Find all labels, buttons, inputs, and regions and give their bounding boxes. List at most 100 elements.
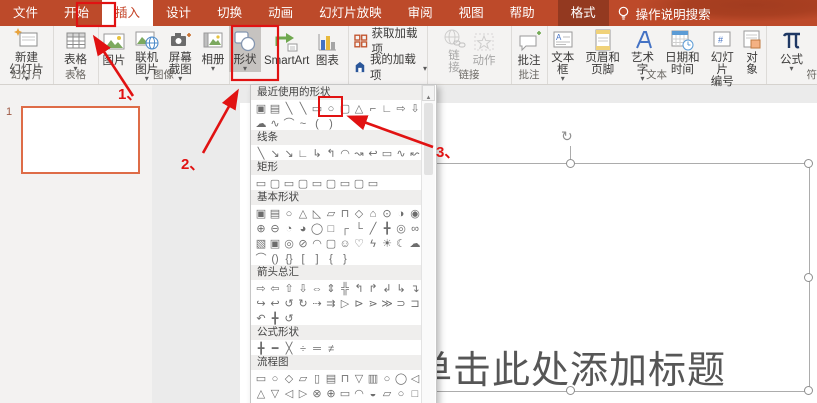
shape-icon[interactable]: ⊗ bbox=[310, 387, 324, 402]
shape-icon[interactable]: ↻ bbox=[296, 297, 310, 312]
shape-icon[interactable]: ▷ bbox=[338, 297, 352, 312]
shape-icon[interactable]: ♡ bbox=[352, 237, 366, 252]
shape-icon[interactable]: ≫ bbox=[380, 297, 394, 312]
shape-icon[interactable]: ⊃ bbox=[394, 297, 408, 312]
date-time-button[interactable]: 日期和时间 bbox=[658, 26, 706, 72]
equation-button[interactable]: 公式 bbox=[777, 26, 807, 72]
photo-album-button[interactable]: 相册 bbox=[197, 26, 229, 72]
shape-icon[interactable]: ∿ bbox=[394, 147, 408, 162]
shape-icon[interactable]: ☁ bbox=[408, 237, 421, 252]
scroll-up-icon[interactable] bbox=[422, 85, 435, 101]
resize-handle-top[interactable] bbox=[566, 159, 575, 168]
resize-handle-right[interactable] bbox=[804, 273, 813, 282]
shape-icon[interactable]: } bbox=[338, 252, 352, 267]
shape-icon[interactable]: ~ bbox=[296, 117, 310, 132]
shape-icon[interactable]: ═ bbox=[310, 342, 324, 357]
shape-icon[interactable]: ÷ bbox=[296, 342, 310, 357]
shape-icon[interactable]: ⌐ bbox=[366, 102, 380, 117]
chart-button[interactable]: 图表 bbox=[312, 26, 342, 72]
shape-icon[interactable]: □ bbox=[408, 387, 421, 402]
shape-icon[interactable]: ↰ bbox=[324, 147, 338, 162]
shape-icon[interactable]: ⊐ bbox=[408, 297, 421, 312]
shape-icon[interactable]: ▢ bbox=[352, 177, 366, 192]
group-label-slides: 幻灯片 bbox=[0, 67, 53, 82]
online-pictures-button[interactable]: 联机图片 bbox=[130, 26, 164, 72]
shape-icon[interactable]: ▭ bbox=[310, 177, 324, 192]
shape-icon[interactable]: ◒ bbox=[366, 387, 380, 402]
shape-icon[interactable]: ⇢ bbox=[310, 297, 324, 312]
shape-icon[interactable]: ⇉ bbox=[324, 297, 338, 312]
tab-9[interactable]: 帮助 bbox=[497, 0, 548, 26]
header-footer-button[interactable]: 页眉和页脚 bbox=[578, 26, 626, 72]
shape-icon[interactable]: ∟ bbox=[380, 102, 394, 117]
shape-icon[interactable]: ▷ bbox=[296, 387, 310, 402]
resize-handle-bottom-right[interactable] bbox=[804, 386, 813, 395]
tab-7[interactable]: 审阅 bbox=[395, 0, 446, 26]
rotate-handle-icon[interactable]: ↻ bbox=[561, 128, 573, 145]
shape-icon[interactable]: ↜ bbox=[408, 147, 421, 162]
shape-icon[interactable]: △ bbox=[352, 102, 366, 117]
shape-icon[interactable]: △ bbox=[254, 387, 268, 402]
tab-0[interactable]: 文件 bbox=[0, 0, 51, 26]
shape-icon[interactable]: ↘ bbox=[282, 147, 296, 162]
shape-icon[interactable]: ◠ bbox=[352, 387, 366, 402]
tab-6[interactable]: 幻灯片放映 bbox=[306, 0, 395, 26]
shape-icon[interactable]: ▱ bbox=[380, 387, 394, 402]
table-button[interactable]: 表格 bbox=[61, 26, 91, 72]
tell-me-search[interactable]: 操作说明搜索 bbox=[609, 0, 719, 26]
tab-2[interactable]: 插入 bbox=[102, 0, 153, 26]
tab-4[interactable]: 切换 bbox=[204, 0, 255, 26]
my-addins-button[interactable]: 我的加载项 bbox=[354, 57, 427, 77]
tab-3[interactable]: 设计 bbox=[153, 0, 204, 26]
picture-button[interactable]: 图片 bbox=[98, 26, 130, 72]
shape-icon[interactable]: ☀ bbox=[380, 237, 394, 252]
shape-icon[interactable]: ◠ bbox=[338, 147, 352, 162]
shape-icon[interactable]: ▭ bbox=[380, 147, 394, 162]
shape-icon[interactable]: ▭ bbox=[338, 177, 352, 192]
smartart-button[interactable]: SmartArt bbox=[261, 26, 312, 72]
shape-icon[interactable]: ⌒ bbox=[282, 117, 296, 132]
shape-icon[interactable]: ▢ bbox=[324, 177, 338, 192]
shape-icon[interactable]: ⋗ bbox=[366, 297, 380, 312]
shape-icon[interactable]: ↩ bbox=[366, 147, 380, 162]
shape-icon[interactable]: ↳ bbox=[310, 147, 324, 162]
shape-icon[interactable]: ▽ bbox=[268, 387, 282, 402]
shape-icon[interactable]: ⇨ bbox=[394, 102, 408, 117]
shape-icon[interactable]: ] bbox=[310, 252, 324, 267]
shape-icon[interactable]: ○ bbox=[394, 387, 408, 402]
shape-icon[interactable]: ϟ bbox=[366, 237, 380, 252]
shape-icon[interactable]: { bbox=[324, 252, 338, 267]
group-text: A 文本框 页眉和页脚 艺术字 bbox=[547, 26, 767, 84]
shape-icon[interactable]: ⇩ bbox=[408, 102, 421, 117]
comment-button[interactable]: 批注 bbox=[513, 26, 545, 72]
resize-handle-top-right[interactable] bbox=[804, 159, 813, 168]
shape-icon[interactable]: ⊕ bbox=[324, 387, 338, 402]
shape-icon[interactable]: ▭ bbox=[366, 177, 380, 192]
get-addins-button[interactable]: 获取加载项 bbox=[354, 31, 427, 51]
scrollbar-thumb[interactable] bbox=[424, 103, 433, 175]
wordart-button[interactable]: 艺术字 bbox=[627, 26, 658, 72]
new-slide-button[interactable]: 新建 幻灯片 bbox=[6, 26, 47, 72]
tab-10[interactable]: 格式 bbox=[558, 0, 609, 26]
slide-thumbnail[interactable] bbox=[21, 106, 140, 174]
tab-5[interactable]: 动画 bbox=[255, 0, 306, 26]
shape-icon[interactable]: ( bbox=[310, 117, 324, 132]
shape-icon[interactable]: ▭ bbox=[338, 387, 352, 402]
shape-icon[interactable]: ☾ bbox=[394, 237, 408, 252]
shape-icon[interactable]: ▢ bbox=[338, 102, 352, 117]
shape-icon[interactable]: ≠ bbox=[324, 342, 338, 357]
shapes-button[interactable]: 形状 bbox=[229, 26, 261, 72]
object-button[interactable]: 对象 bbox=[738, 26, 766, 72]
slide-number-button[interactable]: # 幻灯片 编号 bbox=[707, 26, 738, 72]
shape-icon[interactable]: ◁ bbox=[282, 387, 296, 402]
shape-icon[interactable]: ↝ bbox=[352, 147, 366, 162]
text-box-button[interactable]: A 文本框 bbox=[547, 26, 578, 72]
shape-icon[interactable]: ∟ bbox=[296, 147, 310, 162]
screenshot-button[interactable]: 屏幕截图 bbox=[164, 26, 198, 72]
tab-8[interactable]: 视图 bbox=[446, 0, 497, 26]
resize-handle-bottom[interactable] bbox=[566, 386, 575, 395]
shape-icon[interactable]: ⊳ bbox=[352, 297, 366, 312]
tab-1[interactable]: 开始 bbox=[51, 0, 102, 26]
shapes-dropdown-scrollbar[interactable] bbox=[421, 85, 435, 403]
shape-icon[interactable]: ) bbox=[324, 117, 338, 132]
